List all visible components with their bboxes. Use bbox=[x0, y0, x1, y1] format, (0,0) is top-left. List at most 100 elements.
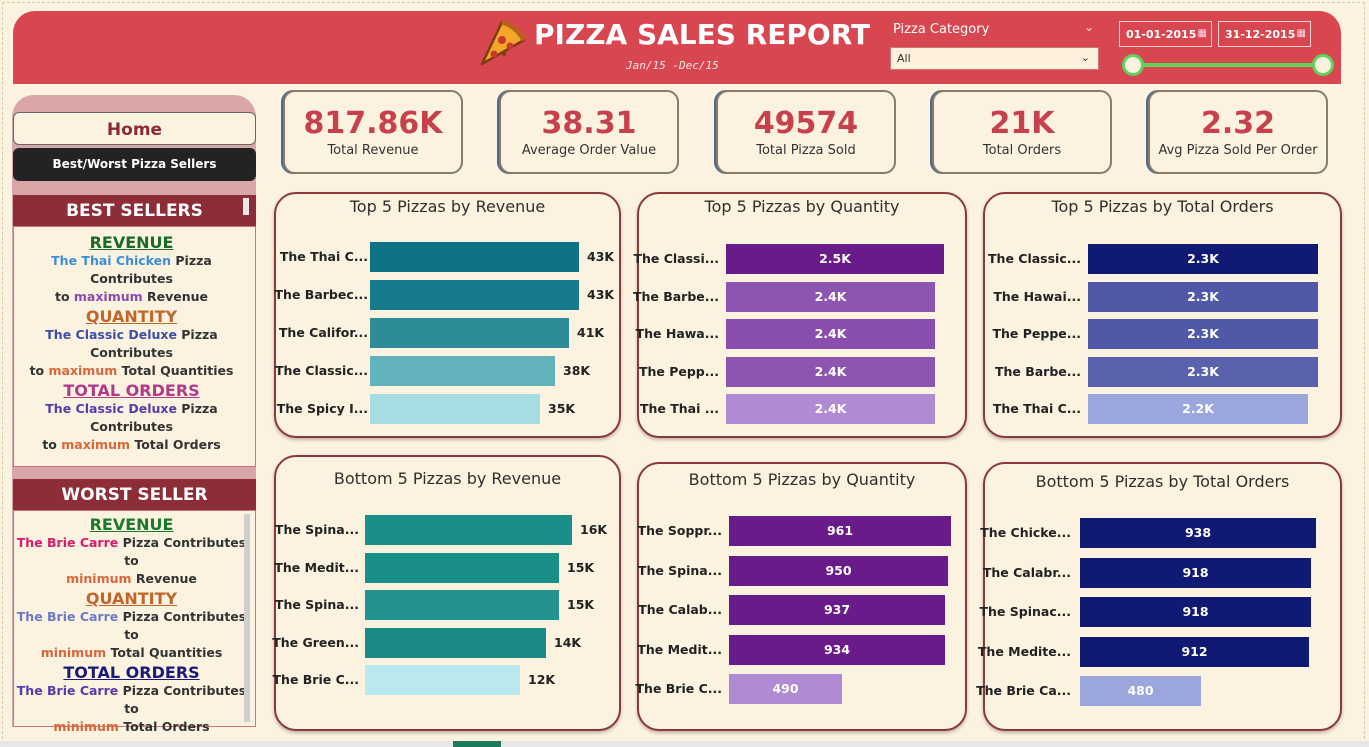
bar-category-label: The Medit... bbox=[637, 641, 722, 657]
worst-seller-scrollbar[interactable] bbox=[244, 514, 250, 722]
bar[interactable] bbox=[365, 552, 559, 583]
pizza-category-value: All bbox=[897, 52, 911, 65]
bar[interactable] bbox=[365, 665, 520, 695]
chart-title: Bottom 5 Pizzas by Total Orders bbox=[1035, 472, 1290, 491]
bar-category-label: The Spina... bbox=[637, 562, 722, 578]
bar-category-label: The Hawa... bbox=[635, 326, 719, 341]
bar-category-label: The Medit... bbox=[274, 559, 359, 575]
kpi-value: 817.86K bbox=[303, 106, 443, 141]
bar-category-label: The Peppe... bbox=[992, 326, 1081, 341]
bar-value-label: 14K bbox=[554, 634, 582, 650]
worst-orders-pizza: The Brie Carre bbox=[16, 683, 119, 698]
best-quantity-key: maximum bbox=[48, 363, 118, 378]
bar-category-label: The Hawai... bbox=[993, 288, 1081, 304]
bar-category-label: The Green... bbox=[272, 634, 359, 650]
bar-value-label: 2.4K bbox=[814, 363, 847, 379]
bar-category-label: The Thai C... bbox=[992, 401, 1081, 416]
best-worst-sellers-button[interactable]: Best/Worst Pizza Sellers bbox=[13, 148, 256, 181]
top-quantity-chart: Top 5 Pizzas by Quantity The Classi... 2.… bbox=[633, 192, 967, 438]
bar-value-label: 41K bbox=[577, 325, 605, 340]
best-revenue-key: maximum bbox=[73, 289, 143, 304]
bar[interactable] bbox=[370, 242, 579, 272]
bar-category-label: The Spina... bbox=[274, 522, 359, 537]
kpi-total-orders: 21K Total Orders bbox=[932, 90, 1112, 174]
date-range-slider[interactable] bbox=[1131, 63, 1324, 67]
slicer-collapse-icon[interactable]: ⌄ bbox=[1084, 20, 1094, 34]
bar-category-label: The Spinac... bbox=[979, 604, 1071, 619]
bar-value-label: 2.3K bbox=[1187, 251, 1219, 266]
worst-revenue-block: REVENUE The Brie Carre Pizza Contributes… bbox=[14, 515, 249, 588]
kpi-total-revenue: 817.86K Total Revenue bbox=[283, 90, 463, 174]
date-range-end-handle[interactable] bbox=[1312, 54, 1334, 76]
chart-title: Top 5 Pizzas by Revenue bbox=[349, 197, 546, 216]
pizza-category-label: Pizza Category bbox=[893, 22, 990, 37]
bar-category-label: The Classic... bbox=[988, 251, 1081, 266]
date-start-input[interactable]: 01-01-2015 ▦ bbox=[1119, 21, 1212, 47]
best-sellers-heading: BEST SELLERS bbox=[13, 195, 256, 226]
bar-value-label: 934 bbox=[823, 641, 851, 657]
bar-value-label: 2.2K bbox=[1182, 401, 1214, 416]
bar-category-label: The Barbe... bbox=[994, 363, 1081, 379]
worst-orders-title: TOTAL ORDERS bbox=[63, 663, 200, 682]
kpi-total-pizza-sold: 49574 Total Pizza Sold bbox=[716, 90, 896, 174]
best-sellers-panel: REVENUE The Thai Chicken Pizza Contribut… bbox=[13, 226, 256, 467]
bottom-quantity-chart: Bottom 5 Pizzas by Quantity The Soppr...… bbox=[636, 462, 967, 731]
bar-value-label: 950 bbox=[825, 562, 852, 578]
active-page-tab[interactable] bbox=[453, 741, 501, 747]
bar[interactable] bbox=[365, 590, 559, 620]
date-end-input[interactable]: 31-12-2015 ▦ bbox=[1218, 21, 1311, 47]
best-quantity-text-3: Total Quantities bbox=[117, 363, 234, 378]
worst-quantity-block: QUANTITY The Brie Carre Pizza Contribute… bbox=[14, 589, 249, 662]
bar[interactable] bbox=[365, 515, 572, 545]
bar[interactable] bbox=[365, 627, 546, 658]
bar-category-label: The Thai C... bbox=[279, 249, 368, 264]
pizza-category-select[interactable]: All ⌄ bbox=[890, 47, 1099, 70]
top-orders-chart: Top 5 Pizzas by Total Orders The Classic… bbox=[983, 192, 1342, 438]
bar-category-label: The Barbec... bbox=[274, 287, 368, 302]
kpi-label: Total Revenue bbox=[327, 143, 419, 158]
bar-value-label: 938 bbox=[1184, 525, 1212, 540]
bar[interactable] bbox=[370, 356, 555, 386]
bar-category-label: The Calab... bbox=[638, 602, 722, 617]
bar[interactable] bbox=[370, 318, 569, 348]
home-button[interactable]: Home bbox=[13, 112, 256, 145]
bar-value-label: 43K bbox=[587, 249, 615, 264]
best-orders-title: TOTAL ORDERS bbox=[63, 381, 200, 400]
report-period: Jan/15 -Dec/15 bbox=[626, 59, 719, 72]
best-sellers-scrollbar[interactable] bbox=[243, 198, 249, 215]
date-range-start-handle[interactable] bbox=[1122, 54, 1144, 76]
bar-category-label: The Brie C... bbox=[272, 672, 359, 687]
bar[interactable] bbox=[370, 394, 540, 424]
best-orders-text-3: Total Orders bbox=[130, 437, 221, 452]
worst-quantity-key: minimum bbox=[40, 645, 107, 660]
chart-title: Bottom 5 Pizzas by Quantity bbox=[688, 470, 916, 489]
bar-value-label: 937 bbox=[823, 602, 851, 617]
bar-value-label: 15K bbox=[567, 597, 595, 612]
worst-quantity-text: Pizza Contributes to bbox=[118, 609, 247, 642]
bar-category-label: The Chicke... bbox=[980, 525, 1071, 540]
page-tabs-strip bbox=[0, 741, 1369, 747]
bottom-orders-chart: Bottom 5 Pizzas by Total Orders The Chic… bbox=[976, 462, 1342, 731]
bar-category-label: The Pepp... bbox=[638, 363, 719, 379]
chevron-down-icon: ⌄ bbox=[1080, 51, 1090, 64]
best-orders-key: maximum bbox=[61, 437, 130, 452]
kpi-value: 38.31 bbox=[541, 106, 637, 141]
worst-quantity-title: QUANTITY bbox=[85, 589, 178, 608]
best-quantity-title: QUANTITY bbox=[85, 307, 178, 326]
report-title: PIZZA SALES REPORT bbox=[534, 18, 871, 51]
kpi-label: Average Order Value bbox=[521, 143, 657, 158]
bar-value-label: 918 bbox=[1182, 604, 1209, 619]
date-end-value: 31-12-2015 bbox=[1225, 28, 1296, 41]
chart-title: Bottom 5 Pizzas by Revenue bbox=[333, 469, 562, 488]
kpi-avg-pizza-per-order: 2.32 Avg Pizza Sold Per Order bbox=[1148, 90, 1328, 174]
best-quantity-text-2: to bbox=[29, 363, 49, 378]
bottom-revenue-chart: Bottom 5 Pizzas by Revenue The Spina... 1… bbox=[272, 455, 621, 731]
worst-quantity-pizza: The Brie Carre bbox=[16, 609, 119, 624]
bar-value-label: 2.3K bbox=[1187, 326, 1219, 341]
kpi-label: Total Orders bbox=[982, 143, 1062, 158]
bar-category-label: The Barbe... bbox=[632, 288, 719, 304]
bar-category-label: The Brie Ca... bbox=[976, 683, 1071, 698]
kpi-label: Total Pizza Sold bbox=[756, 143, 856, 158]
bar[interactable] bbox=[370, 280, 579, 310]
bar-value-label: 16K bbox=[580, 522, 608, 537]
